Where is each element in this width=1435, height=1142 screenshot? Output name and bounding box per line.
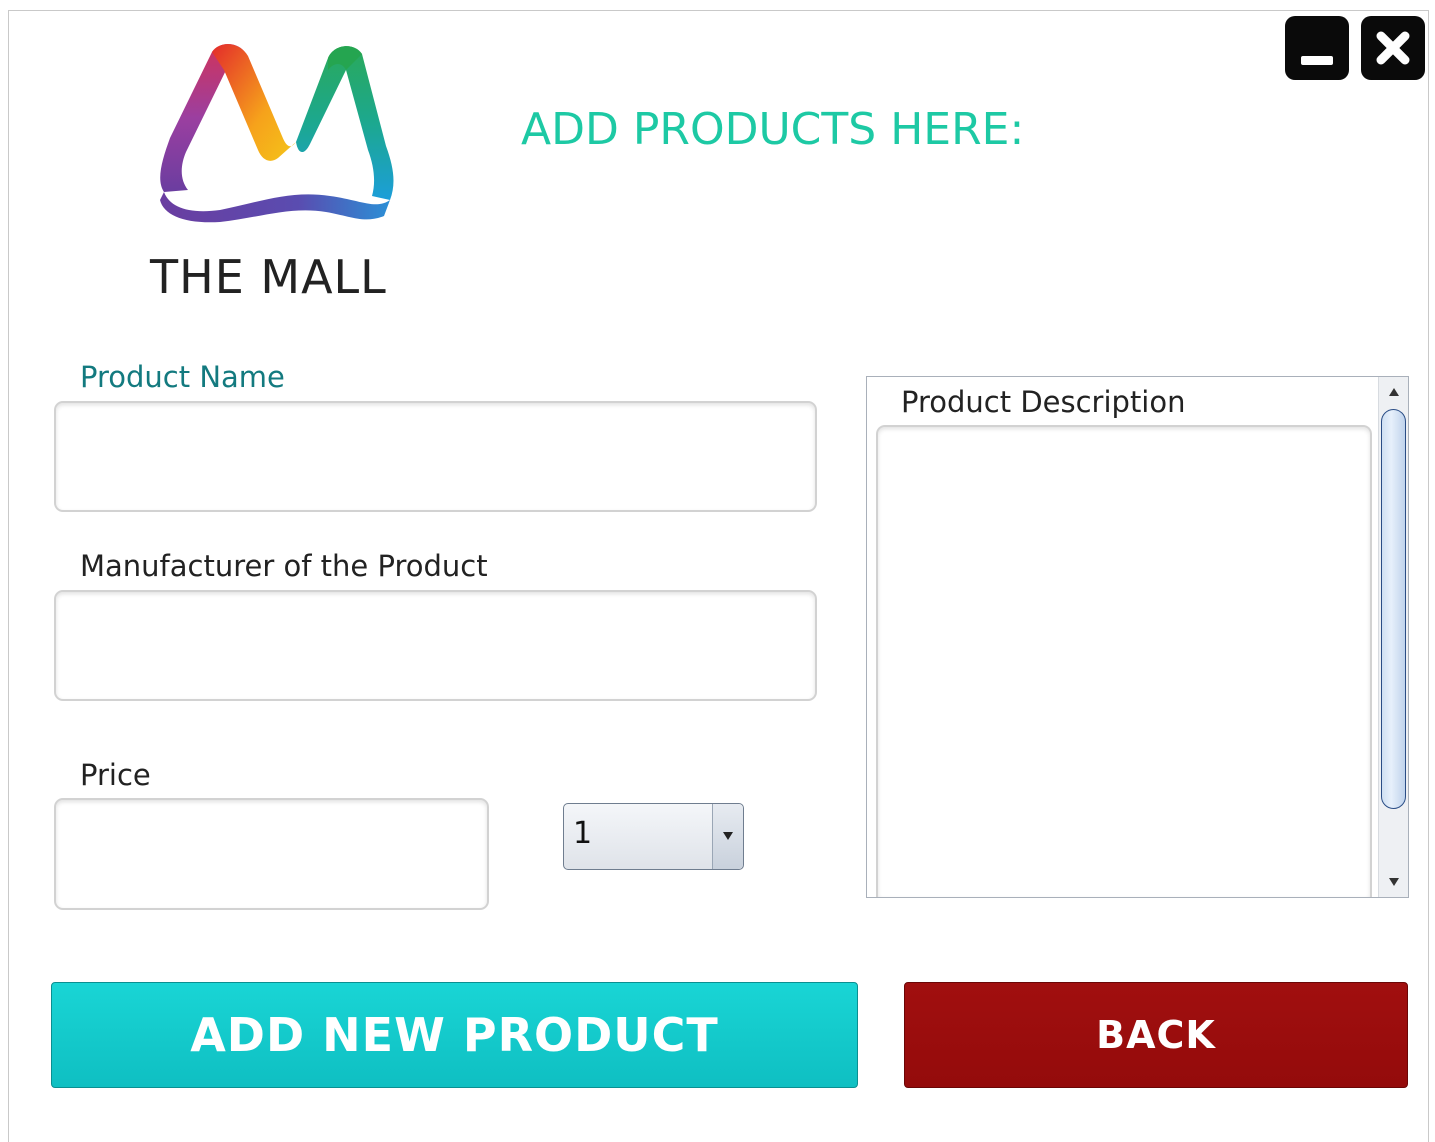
minimize-icon <box>1301 56 1333 65</box>
close-button[interactable] <box>1361 16 1425 80</box>
select-arrow-button[interactable] <box>712 804 743 869</box>
page-title: ADD PRODUCTS HERE: <box>521 104 1025 155</box>
description-panel: Product Description <box>866 376 1409 898</box>
scroll-down-button[interactable] <box>1381 869 1406 895</box>
price-input[interactable] <box>54 798 489 910</box>
the-mall-logo-icon <box>160 43 394 223</box>
description-textarea[interactable] <box>876 425 1372 897</box>
description-label: Product Description <box>901 385 1186 419</box>
scrollbar-thumb[interactable] <box>1381 409 1406 809</box>
chevron-down-icon <box>723 832 733 840</box>
scroll-up-button[interactable] <box>1381 379 1406 405</box>
brand-name: THE MALL <box>150 250 387 304</box>
product-name-label: Product Name <box>80 360 285 394</box>
manufacturer-input[interactable] <box>54 590 817 701</box>
arrow-down-icon <box>1389 878 1399 886</box>
price-label: Price <box>80 758 151 792</box>
manufacturer-label: Manufacturer of the Product <box>80 549 488 583</box>
close-icon <box>1376 31 1410 65</box>
back-button[interactable]: BACK <box>904 982 1408 1088</box>
description-scrollbar[interactable] <box>1378 377 1408 897</box>
product-name-input[interactable] <box>54 401 817 512</box>
arrow-up-icon <box>1389 388 1399 396</box>
minimize-button[interactable] <box>1285 16 1349 80</box>
quantity-select[interactable]: 1 <box>563 803 744 870</box>
add-new-product-button[interactable]: ADD NEW PRODUCT <box>51 982 858 1088</box>
quantity-select-value: 1 <box>573 816 593 851</box>
